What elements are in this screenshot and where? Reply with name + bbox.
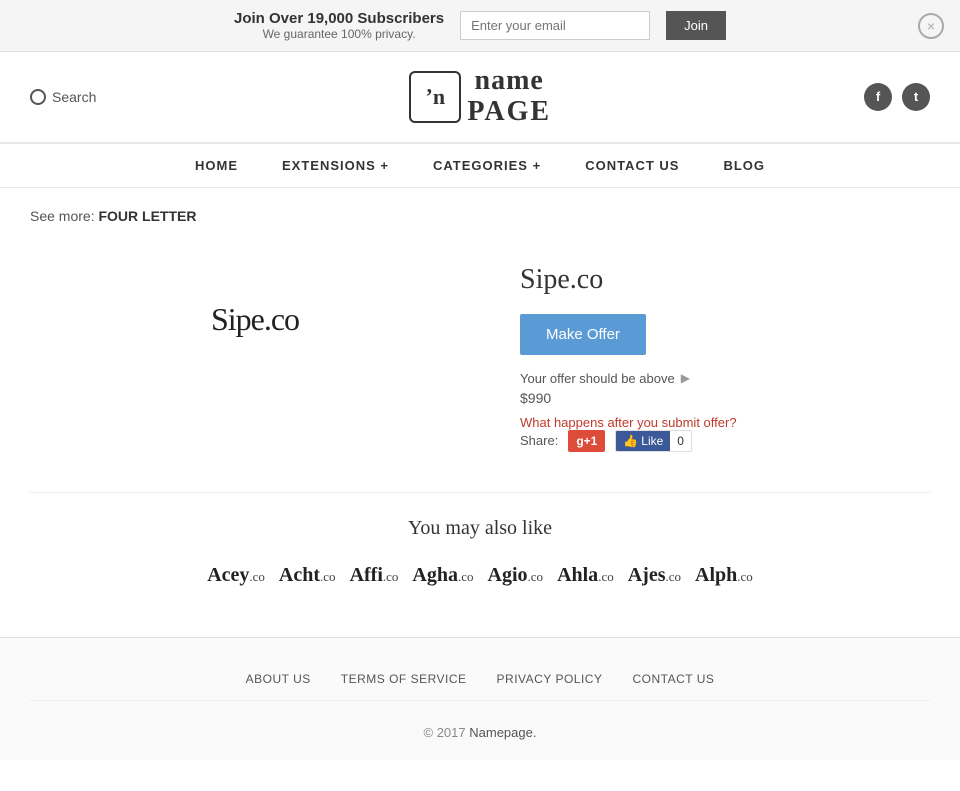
- twitter-icon[interactable]: t: [902, 83, 930, 111]
- domain-card[interactable]: Alph.co: [695, 564, 753, 587]
- facebook-icon[interactable]: f: [864, 83, 892, 111]
- domain-card-tld: .co: [665, 569, 681, 585]
- domain-logo-tld: .co: [264, 301, 299, 337]
- domain-card[interactable]: Agha.co: [412, 564, 473, 587]
- fb-like-label: Like: [641, 434, 663, 448]
- footer-copyright: © 2017 Namepage.: [30, 715, 930, 740]
- domain-card[interactable]: Acey.co: [207, 564, 265, 587]
- domain-card-tld: .co: [598, 569, 614, 585]
- nav-item-extensions[interactable]: EXTENSIONS +: [260, 144, 411, 187]
- domain-card-tld: .co: [249, 569, 265, 585]
- offer-hint-text: Your offer should be above: [520, 371, 675, 386]
- domain-card[interactable]: Acht.co: [279, 564, 336, 587]
- domain-card-name: Acht: [279, 564, 320, 587]
- banner-main-text: Join Over 19,000 Subscribers: [234, 10, 444, 27]
- logo-icon: ʼn: [409, 71, 461, 123]
- banner-join-button[interactable]: Join: [666, 11, 726, 40]
- domain-card-name: Agha: [412, 564, 458, 587]
- banner-close-button[interactable]: ×: [918, 13, 944, 39]
- domain-card-name: Alph: [695, 564, 737, 587]
- domain-card-tld: .co: [320, 569, 336, 585]
- domain-card[interactable]: Agio.co: [488, 564, 544, 587]
- search-button[interactable]: Search: [30, 89, 96, 105]
- see-more-prefix: See more:: [30, 208, 95, 224]
- also-like-grid: Acey.coAcht.coAffi.coAgha.coAgio.coAhla.…: [30, 564, 930, 587]
- footer-link[interactable]: TERMS OF SERVICE: [341, 672, 467, 686]
- footer-link[interactable]: ABOUT US: [246, 672, 311, 686]
- nav-item-home[interactable]: HOME: [173, 144, 260, 187]
- search-label: Search: [52, 89, 96, 105]
- domain-card[interactable]: Ajes.co: [628, 564, 681, 587]
- domain-info: Sipe.co Make Offer Your offer should be …: [520, 244, 930, 452]
- domain-card-tld: .co: [458, 569, 474, 585]
- footer-link[interactable]: PRIVACY POLICY: [497, 672, 603, 686]
- domain-card-name: Agio: [488, 564, 528, 587]
- domain-card-name: Ahla: [557, 564, 598, 587]
- offer-hint-arrow-icon: ▶: [681, 371, 690, 385]
- search-icon: [30, 89, 46, 105]
- domain-card-name: Acey: [207, 564, 249, 587]
- offer-amount: $990: [520, 390, 930, 406]
- header: Search ʼn name PAGE f t: [0, 52, 960, 143]
- logo-page: PAGE: [467, 97, 551, 128]
- domain-logo-name: Sipe: [211, 301, 264, 337]
- footer-link[interactable]: CONTACT US: [632, 672, 714, 686]
- logo[interactable]: ʼn name PAGE: [409, 66, 551, 128]
- domain-card-name: Ajes: [628, 564, 666, 587]
- main-nav: HOMEEXTENSIONS +CATEGORIES +CONTACT USBL…: [0, 143, 960, 188]
- domain-detail: Sipe.co Sipe.co Make Offer Your offer sh…: [30, 244, 930, 452]
- domain-title: Sipe.co: [520, 264, 930, 296]
- banner-email-input[interactable]: [460, 11, 650, 40]
- nav-item-categories[interactable]: CATEGORIES +: [411, 144, 563, 187]
- domain-card[interactable]: Ahla.co: [557, 564, 614, 587]
- share-label: Share:: [520, 433, 558, 448]
- domain-card[interactable]: Affi.co: [350, 564, 399, 587]
- also-like-title: You may also like: [30, 517, 930, 540]
- logo-name: name: [467, 66, 551, 97]
- see-more-link[interactable]: FOUR LETTER: [98, 208, 196, 224]
- what-happens-link[interactable]: What happens after you submit offer?: [520, 415, 737, 430]
- banner-text: Join Over 19,000 Subscribers We guarante…: [234, 10, 444, 41]
- google-plus-button[interactable]: g+1: [568, 430, 605, 452]
- fb-count: 0: [670, 431, 691, 451]
- copyright-brand[interactable]: Namepage.: [469, 725, 536, 740]
- footer-links: ABOUT US TERMS OF SERVICE PRIVACY POLICY CO…: [30, 658, 930, 701]
- domain-card-tld: .co: [528, 569, 544, 585]
- domain-logo-display: Sipe.co: [211, 284, 299, 343]
- nav-item-blog[interactable]: BLOG: [701, 144, 787, 187]
- main-content: See more: FOUR LETTER Sipe.co Sipe.co Ma…: [0, 188, 960, 637]
- also-like-section: You may also like Acey.coAcht.coAffi.coA…: [30, 492, 930, 587]
- offer-hint: Your offer should be above ▶: [520, 371, 930, 386]
- nav-item-contact[interactable]: CONTACT US: [563, 144, 701, 187]
- logo-text: name PAGE: [467, 66, 551, 128]
- domain-card-name: Affi: [350, 564, 383, 587]
- facebook-like-button[interactable]: 👍 Like 0: [615, 430, 692, 452]
- fb-thumbs-icon: 👍: [623, 434, 638, 448]
- social-icons: f t: [864, 83, 930, 111]
- footer: ABOUT US TERMS OF SERVICE PRIVACY POLICY CO…: [0, 637, 960, 760]
- copyright-pre: © 2017: [424, 725, 470, 740]
- domain-card-tld: .co: [383, 569, 399, 585]
- share-row: Share: g+1 👍 Like 0: [520, 430, 930, 452]
- see-more: See more: FOUR LETTER: [30, 208, 930, 224]
- top-banner: Join Over 19,000 Subscribers We guarante…: [0, 0, 960, 52]
- make-offer-button[interactable]: Make Offer: [520, 314, 646, 355]
- domain-card-tld: .co: [737, 569, 753, 585]
- fb-like-inner: 👍 Like: [616, 431, 670, 451]
- domain-logo-area: Sipe.co: [30, 244, 480, 383]
- banner-sub-text: We guarantee 100% privacy.: [234, 27, 444, 41]
